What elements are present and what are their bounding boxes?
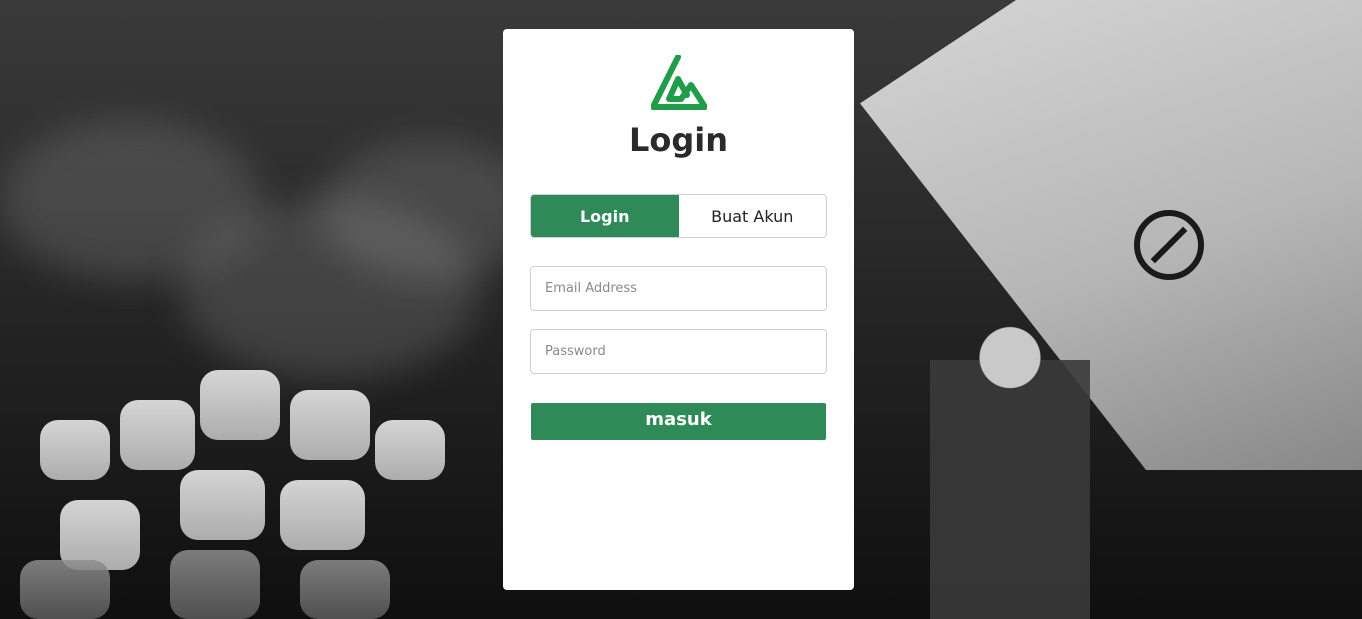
page-title: Login bbox=[628, 121, 729, 159]
green-triangle-logo-icon bbox=[651, 55, 707, 110]
tab-login[interactable]: Login bbox=[531, 195, 679, 237]
email-field[interactable] bbox=[530, 266, 827, 311]
password-field[interactable] bbox=[530, 329, 827, 374]
submit-button[interactable]: masuk bbox=[531, 403, 826, 440]
tab-create-account[interactable]: Buat Akun bbox=[679, 195, 827, 237]
auth-tabs: Login Buat Akun bbox=[530, 194, 827, 238]
login-card: Login Login Buat Akun masuk bbox=[503, 29, 854, 590]
